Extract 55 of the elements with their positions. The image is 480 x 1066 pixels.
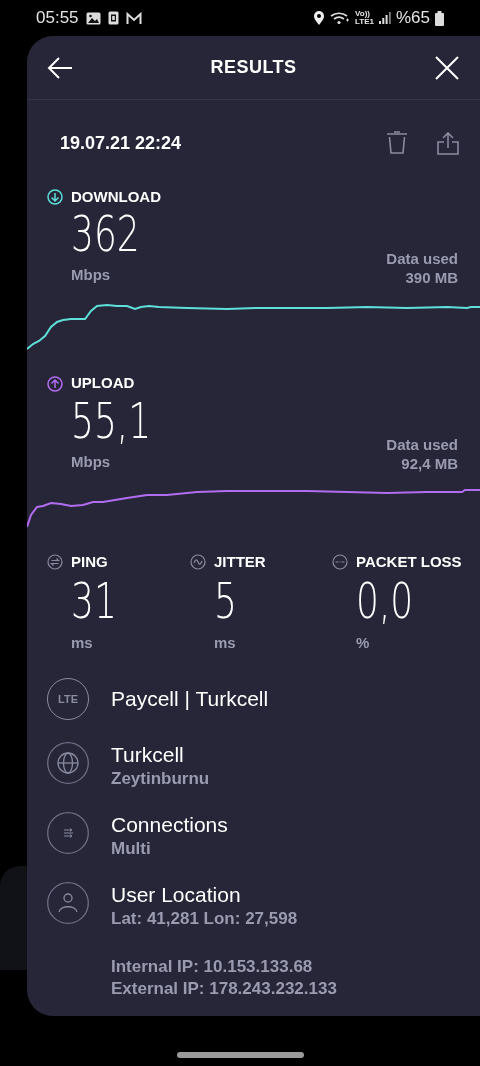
ip-address: Internal IP: 10.153.133.68	[111, 956, 314, 978]
close-icon	[435, 55, 459, 80]
packet-loss-icon	[332, 554, 348, 571]
location-pin-icon	[313, 10, 325, 26]
download-icon	[47, 189, 63, 205]
image-icon	[85, 11, 101, 25]
trash-icon	[386, 131, 408, 155]
user-icon	[47, 882, 89, 924]
clock-time: 05:55	[36, 7, 79, 30]
test-date: 19.07.21 22:24	[60, 131, 182, 155]
stat-unit: ms	[214, 632, 237, 653]
sim-card-icon	[107, 11, 119, 25]
ip-address: External IP: 178.243.232.133	[111, 978, 338, 1000]
delete-button[interactable]	[386, 131, 408, 155]
arrows-icon	[47, 812, 89, 854]
data-used-label: Data used	[386, 248, 458, 268]
network-label: LTE1	[355, 18, 374, 26]
ping-icon	[47, 554, 63, 571]
stat-label: JITTER	[214, 552, 266, 572]
globe-icon	[47, 742, 89, 784]
stat-unit: %	[356, 632, 371, 653]
share-button[interactable]	[436, 131, 460, 155]
page-title: RESULTS	[210, 56, 297, 79]
mail-icon	[125, 11, 142, 25]
wifi-icon	[330, 11, 350, 25]
stat-label: PING	[71, 552, 108, 572]
info-title: Turkcell	[111, 742, 185, 768]
network-label: Vo))	[355, 10, 370, 18]
data-used-value: 92,4 MB	[401, 454, 458, 473]
signal-icon	[378, 11, 391, 25]
stat-unit: ms	[71, 632, 94, 653]
info-subtitle: Lat: 41,281 Lon: 27,598	[111, 908, 298, 930]
speed-unit: Mbps	[71, 451, 112, 472]
speed-label: UPLOAD	[71, 373, 135, 394]
info-title: User Location	[111, 882, 242, 908]
data-used-value: 390 MB	[405, 267, 458, 287]
stat-value: 0,0	[356, 573, 414, 628]
data-used-label: Data used	[386, 435, 458, 454]
speed-unit: Mbps	[71, 265, 112, 285]
speed-label: DOWNLOAD	[71, 186, 161, 207]
info-subtitle: Multi	[111, 838, 152, 860]
stat-value: 5	[214, 573, 237, 628]
speed-value: 55,1	[71, 394, 152, 447]
wave-icon	[190, 554, 206, 571]
battery-percent: %65	[395, 7, 430, 30]
speed-value: 362	[71, 208, 140, 260]
stat-value: 31	[71, 573, 117, 628]
info-title: Paycell | Turkcell	[111, 686, 269, 712]
info-subtitle: Zeytinburnu	[111, 768, 210, 790]
battery-icon	[435, 10, 444, 26]
info-title: Connections	[111, 812, 228, 838]
stat-label: PACKET LOSS	[356, 552, 462, 572]
upload-icon	[47, 375, 63, 392]
back-arrow-icon	[47, 56, 73, 79]
share-icon	[436, 131, 460, 155]
